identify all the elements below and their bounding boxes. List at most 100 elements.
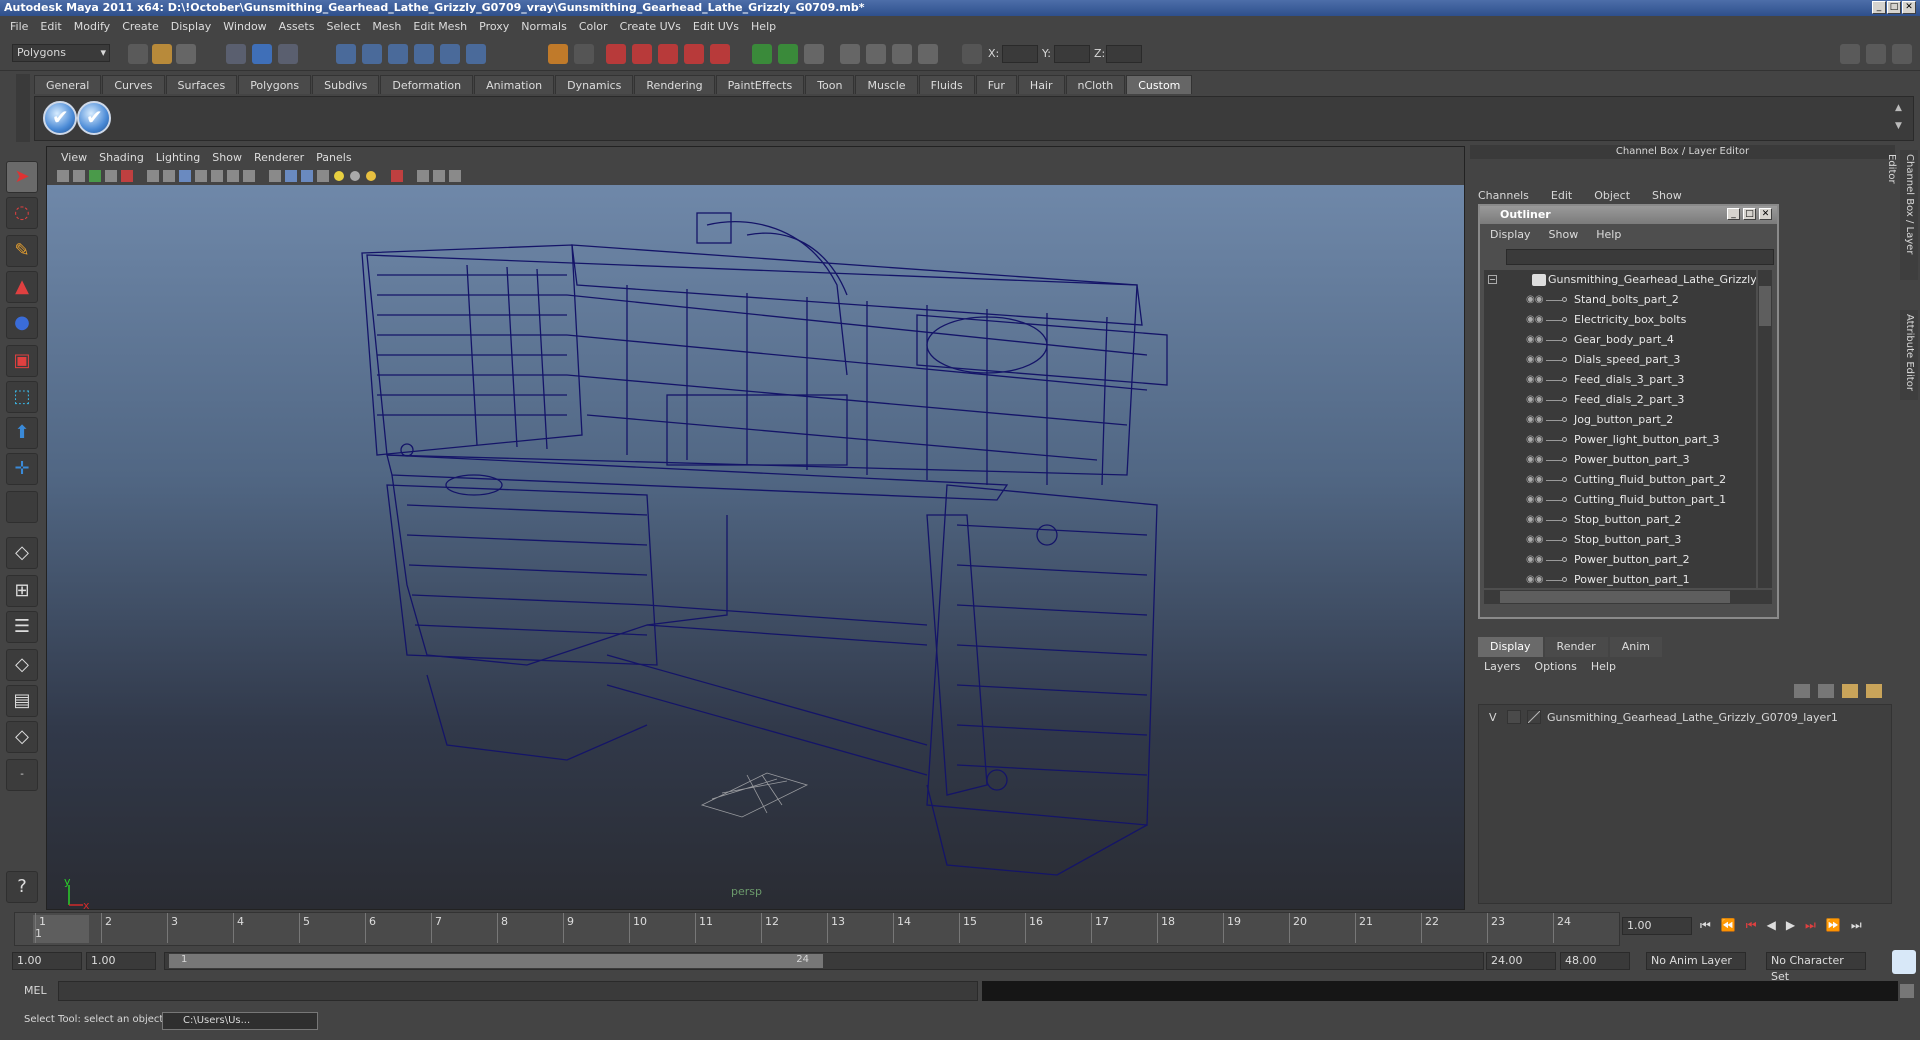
snap-curve-icon[interactable]	[362, 44, 382, 64]
tab-rendering[interactable]: Rendering	[634, 75, 715, 94]
snap-view-plane-icon[interactable]	[414, 44, 434, 64]
layer-menu-options[interactable]: Options	[1534, 660, 1576, 673]
viewport-menu-lighting[interactable]: Lighting	[150, 151, 206, 164]
lathe-wireframe-model[interactable]: y x	[47, 185, 1464, 909]
maximize-button[interactable]: □	[1887, 1, 1901, 14]
scale-tool-icon[interactable]: ▣	[6, 345, 38, 377]
move-layer-down-icon[interactable]	[1818, 684, 1834, 698]
render-view-icon[interactable]	[710, 44, 730, 64]
more-layouts-icon[interactable]: -	[6, 759, 38, 791]
layer-menu-help[interactable]: Help	[1591, 660, 1616, 673]
go-to-start-icon[interactable]: ⏮	[1700, 918, 1711, 933]
outliner-item[interactable]: ◉◉ Power_light_button_part_3	[1484, 430, 1756, 450]
outliner-item[interactable]: ◉◉ Power_button_part_2	[1484, 550, 1756, 570]
tab-painteffects[interactable]: PaintEffects	[715, 75, 805, 94]
outliner-root-item[interactable]: − Gunsmithing_Gearhead_Lathe_Grizzly_G07…	[1484, 270, 1756, 290]
playback-end-field[interactable]: 24.00	[1486, 952, 1556, 970]
range-slider-handle[interactable]: 1 24	[169, 954, 823, 968]
menu-color[interactable]: Color	[573, 20, 614, 33]
viewport-menu-view[interactable]: View	[55, 151, 93, 164]
select-hierarchy-icon[interactable]	[226, 44, 246, 64]
move-layer-up-icon[interactable]	[1794, 684, 1810, 698]
viewport-menu-show[interactable]: Show	[206, 151, 248, 164]
make-live-icon[interactable]	[440, 44, 460, 64]
menu-set-dropdown[interactable]: Polygons ▾	[12, 44, 110, 62]
outliner-item[interactable]: ◉◉ Stop_button_part_2	[1484, 510, 1756, 530]
outliner-item[interactable]: ◉◉ Feed_dials_2_part_3	[1484, 390, 1756, 410]
graph-editor-icon[interactable]	[918, 44, 938, 64]
universal-manipulator-icon[interactable]: ⬚	[6, 381, 38, 413]
hypergraph-icon[interactable]	[892, 44, 912, 64]
outliner-search-field[interactable]	[1506, 249, 1774, 265]
hypershade-layout-icon[interactable]: ▤	[6, 685, 38, 717]
open-scene-icon[interactable]	[152, 44, 172, 64]
menu-select[interactable]: Select	[320, 20, 366, 33]
tab-polygons[interactable]: Polygons	[238, 75, 312, 94]
last-tool-icon[interactable]	[6, 491, 38, 523]
tab-fur[interactable]: Fur	[975, 75, 1017, 94]
menu-edit-mesh[interactable]: Edit Mesh	[407, 20, 473, 33]
rotate-tool-icon[interactable]: ●	[6, 307, 38, 339]
outliner-item[interactable]: ◉◉ Jog_button_part_2	[1484, 410, 1756, 430]
layer-visibility-toggle[interactable]: V	[1489, 711, 1497, 724]
transform-constraint-icon[interactable]	[752, 44, 772, 64]
menu-create[interactable]: Create	[116, 20, 165, 33]
outliner-horizontal-scrollbar[interactable]	[1484, 590, 1772, 604]
close-button[interactable]: ✕	[1902, 1, 1916, 14]
time-slider[interactable]: 1 1 2 3 4 5 6 7 8 9 10 11 12 13 14 15 16 17 18 19 20 21 22 23 2…	[14, 912, 1620, 946]
menu-proxy[interactable]: Proxy	[473, 20, 515, 33]
tab-toon[interactable]: Toon	[805, 75, 855, 94]
tab-muscle[interactable]: Muscle	[855, 75, 918, 94]
layer-playback-toggle[interactable]	[1507, 710, 1521, 724]
channel-box-menu-show[interactable]: Show	[1652, 189, 1682, 202]
range-slider[interactable]: 1 24	[164, 952, 1484, 970]
outliner-scroll-thumb[interactable]	[1759, 286, 1771, 326]
shelf-options-handle[interactable]	[16, 74, 30, 142]
outliner-close-button[interactable]: ✕	[1759, 208, 1772, 220]
new-scene-icon[interactable]	[128, 44, 148, 64]
tab-custom[interactable]: Custom	[1126, 75, 1193, 94]
script-editor-button-icon[interactable]	[1900, 984, 1914, 998]
save-scene-icon[interactable]	[176, 44, 196, 64]
four-view-layout-icon[interactable]: ⊞	[6, 575, 38, 607]
menu-display[interactable]: Display	[165, 20, 218, 33]
create-layer-from-selected-icon[interactable]	[1866, 684, 1882, 698]
quick-help-icon[interactable]: ?	[6, 871, 38, 903]
create-empty-layer-icon[interactable]	[1842, 684, 1858, 698]
side-tab-attribute-editor[interactable]: Attribute Editor	[1900, 310, 1918, 400]
shelf-scroll-down-icon[interactable]: ▼	[1895, 121, 1907, 133]
tab-curves[interactable]: Curves	[102, 75, 165, 94]
character-set-dropdown[interactable]: No Character Set	[1766, 952, 1866, 983]
layer-menu-layers[interactable]: Layers	[1484, 660, 1520, 673]
tab-fluids[interactable]: Fluids	[918, 75, 975, 94]
step-back-key-icon[interactable]: ⏮	[1746, 918, 1757, 933]
viewport-3d-scene[interactable]: y x persp	[47, 185, 1464, 909]
outliner-item[interactable]: ◉◉ Electricity_box_bolts	[1484, 310, 1756, 330]
absolute-transform-icon[interactable]	[962, 44, 982, 64]
single-perspective-layout-icon[interactable]: ◇	[6, 537, 38, 569]
outliner-menu-help[interactable]: Help	[1596, 228, 1621, 241]
viewport-menu-panels[interactable]: Panels	[310, 151, 357, 164]
menu-assets[interactable]: Assets	[273, 20, 321, 33]
toggle-tool-settings-icon[interactable]	[1866, 44, 1886, 64]
play-backwards-icon[interactable]: ◀	[1767, 918, 1776, 933]
menu-file[interactable]: File	[4, 20, 34, 33]
snap-point-icon[interactable]	[388, 44, 408, 64]
tab-hair[interactable]: Hair	[1017, 75, 1065, 94]
minimized-task-window[interactable]: C:\Users\Us...	[162, 1012, 318, 1030]
custom-shelf-button-1-icon[interactable]	[43, 101, 77, 135]
layer-color-swatch-icon[interactable]	[1527, 710, 1541, 724]
select-tool-icon[interactable]: ➤	[6, 161, 38, 193]
playback-start-field[interactable]: 1.00	[86, 952, 156, 970]
snap-grid-icon[interactable]	[336, 44, 356, 64]
outliner-item[interactable]: ◉◉ Stand_bolts_part_2	[1484, 290, 1756, 310]
anim-layer-dropdown[interactable]: No Anim Layer	[1646, 952, 1746, 970]
outliner-item[interactable]: ◉◉ Power_button_part_3	[1484, 450, 1756, 470]
menu-normals[interactable]: Normals	[515, 20, 573, 33]
minimize-button[interactable]: _	[1872, 1, 1886, 14]
input-output-icon[interactable]	[466, 44, 486, 64]
side-tab-channel-box[interactable]: Channel Box / Layer Editor	[1886, 150, 1918, 280]
outliner-item[interactable]: ◉◉ Cutting_fluid_button_part_1	[1484, 490, 1756, 510]
layer-row[interactable]: V Gunsmithing_Gearhead_Lathe_Grizzly_G07…	[1483, 709, 1883, 727]
soft-modification-icon[interactable]: ⬆	[6, 417, 38, 449]
